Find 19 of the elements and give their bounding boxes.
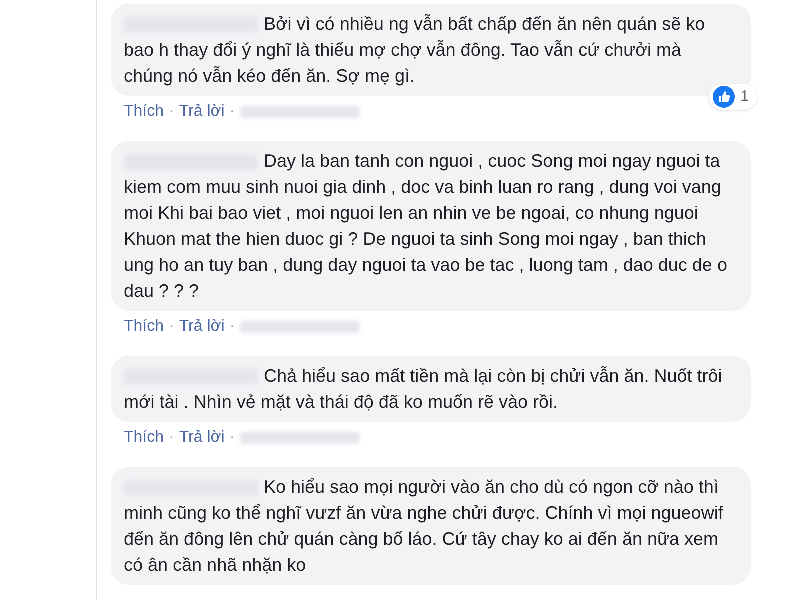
thumbs-up-icon	[712, 86, 735, 108]
comment-text: Chả hiểu sao mất tiền mà lại còn bị chửi vẫn ăn. Nuốt trôi mới tài . Nhìn vẻ mặt và thái độ đã ko muốn rẽ vào rồi.	[124, 365, 724, 414]
separator-dot: ·	[169, 428, 174, 448]
comment-text: Ko hiểu sao mọi người vào ăn cho dù có ngon cỡ nào thì minh cũng ko thể nghĩ vưzf ăn vừa nghe chửi được. Chính vì mọi ngueowif đến ăn đông lên chử quán càng bố láo. Cứ tây chay ko ai đến ăn nữa xem có ân cần nhã nhặn ko	[124, 476, 724, 577]
comment-text: Day la ban tanh con nguoi , cuoc Song moi ngay nguoi ta kiem com muu sinh nuoi gia dinh , doc va binh luan ro rang , dung voi vang moi Khi bai bao viet , moi nguoi len an nhin ve be ngoai, co nhung nguoi Khuon mat the hien duoc gi ? De nguoi ta sinh Song moi ngay , ban thich ung ho an tuy ban , dung day nguoi ta vao be tac , luong tam , dao duc de o dau ? ? ?	[124, 150, 728, 303]
action-link[interactable]: Trả lời	[179, 100, 225, 124]
action-link[interactable]: Thích	[124, 100, 164, 124]
separator-dot: ·	[169, 102, 174, 122]
action-link[interactable]: Trả lời	[179, 426, 225, 450]
comment-text: Bởi vì có nhiều ng vẫn bất chấp đến ăn nên quán sẽ ko bao h thay đổi ý nghĩ là thiếu mợ chợ vẫn đông. Tao vẫn cứ chưởi mà chúng nó vẫn kéo đến ăn. Sợ mẹ gì.	[124, 13, 706, 88]
separator-dot: ·	[230, 102, 236, 122]
separator-dot: ·	[169, 317, 174, 337]
reaction-badge[interactable]: 1	[708, 84, 757, 110]
separator-dot: ·	[230, 428, 236, 448]
action-link[interactable]: Thích	[124, 315, 164, 339]
action-link[interactable]: Thích	[124, 426, 164, 450]
separator-dot: ·	[230, 317, 236, 337]
reaction-count: 1	[740, 86, 749, 106]
action-link[interactable]: Trả lời	[179, 315, 225, 339]
